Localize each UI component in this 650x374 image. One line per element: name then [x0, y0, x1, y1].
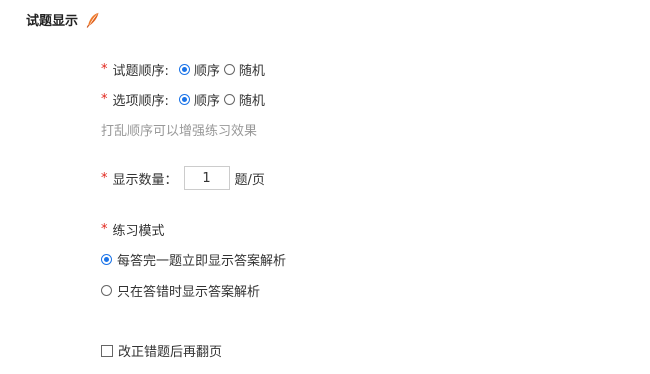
option-order-random-radio[interactable]: [223, 94, 235, 105]
practice-mode-wrong-only-radio[interactable]: [101, 285, 112, 296]
option-order-sequential-option[interactable]: 顺序: [178, 90, 220, 109]
practice-mode-immediate-label[interactable]: 每答完一题立即显示答案解析: [117, 250, 286, 269]
option-order-sequential-label[interactable]: 顺序: [194, 90, 220, 109]
required-mark: *: [101, 170, 108, 186]
display-count-unit: 题/页: [234, 172, 265, 188]
practice-mode-immediate-option[interactable]: 每答完一题立即显示答案解析: [101, 250, 286, 269]
feather-pen-icon[interactable]: [86, 12, 100, 28]
section-title-text: 试题显示: [26, 14, 79, 29]
question-order-sequential-radio[interactable]: [178, 64, 190, 75]
practice-mode-wrong-only-option[interactable]: 只在答错时显示答案解析: [101, 281, 260, 300]
question-order-label: 试题顺序:: [112, 64, 169, 79]
option-order-label: 选项顺序:: [112, 94, 169, 109]
question-order-random-option[interactable]: 随机: [223, 60, 265, 79]
required-mark: *: [101, 62, 108, 77]
question-order-sequential-option[interactable]: 顺序: [178, 60, 220, 79]
practice-mode-wrong-only-label[interactable]: 只在答错时显示答案解析: [117, 281, 260, 300]
display-count-input[interactable]: [183, 166, 230, 190]
question-order-random-radio[interactable]: [223, 64, 235, 75]
required-mark: *: [101, 222, 108, 237]
display-count-row: * 显示数量： 题/页: [101, 166, 265, 190]
question-order-row: * 试题顺序: 顺序 随机: [101, 60, 269, 79]
option-order-random-option[interactable]: 随机: [223, 90, 265, 109]
question-order-sequential-label[interactable]: 顺序: [194, 60, 220, 79]
practice-mode-immediate-radio[interactable]: [101, 254, 112, 265]
required-mark: *: [101, 92, 108, 107]
option-order-row: * 选项顺序: 顺序 随机: [101, 90, 269, 109]
section-title: 试题显示: [26, 10, 100, 29]
flip-after-correct-option[interactable]: 改正错题后再翻页: [101, 341, 222, 360]
option-order-random-label[interactable]: 随机: [239, 90, 265, 109]
flip-after-correct-checkbox[interactable]: [101, 344, 113, 357]
display-count-label: 显示数量：: [112, 172, 178, 188]
question-order-random-label[interactable]: 随机: [239, 60, 265, 79]
practice-mode-label: 练习模式: [112, 224, 165, 239]
flip-after-correct-label[interactable]: 改正错题后再翻页: [118, 341, 222, 360]
practice-mode-label-row: * 练习模式: [101, 220, 165, 239]
option-order-sequential-radio[interactable]: [178, 94, 190, 105]
order-hint: 打乱顺序可以增强练习效果: [101, 124, 258, 139]
